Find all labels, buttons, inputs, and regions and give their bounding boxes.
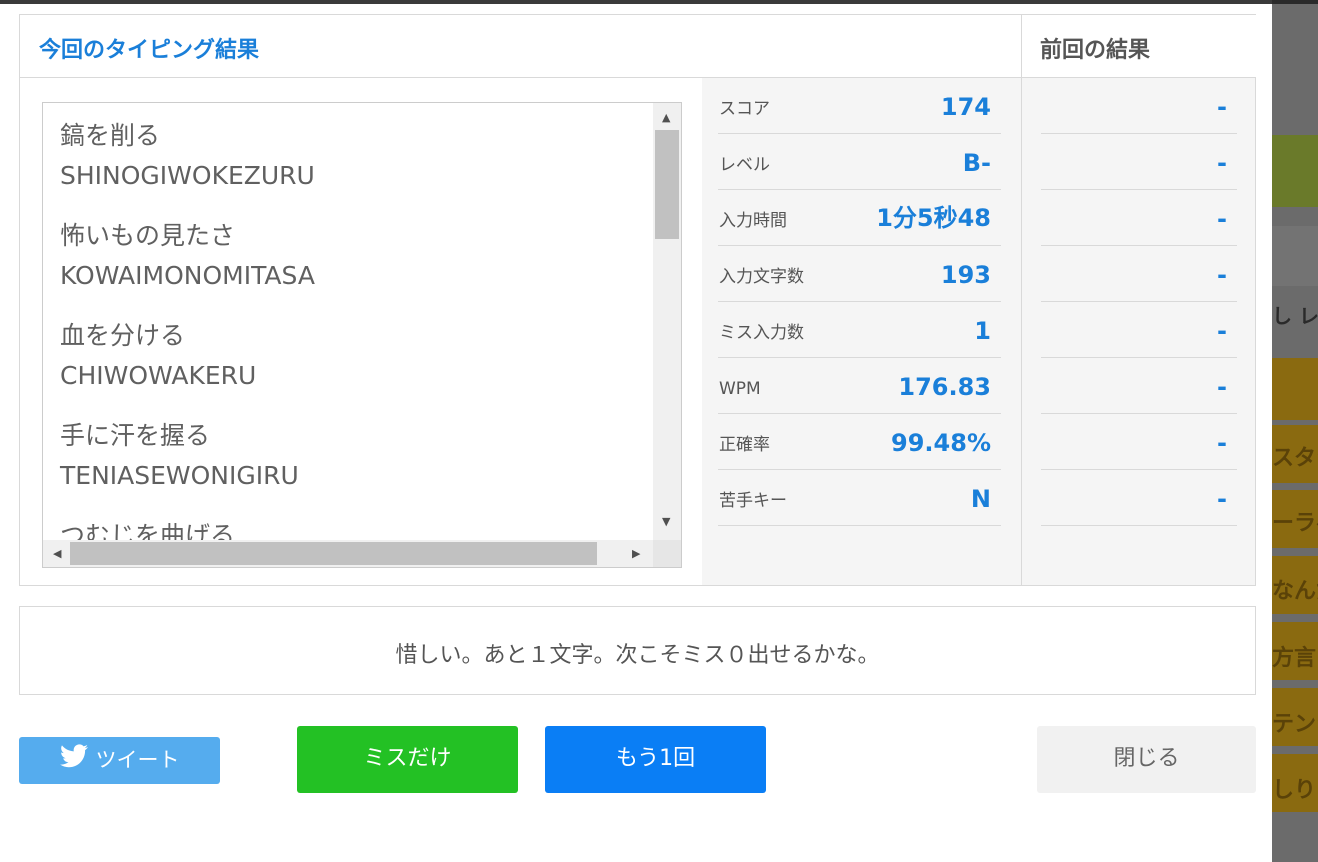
stat-value: N bbox=[970, 485, 991, 513]
horizontal-scrollbar[interactable]: ◀ ▶ bbox=[43, 540, 653, 567]
stat-value: 1分5秒48 bbox=[876, 204, 991, 232]
scroll-right-arrow-icon[interactable]: ▶ bbox=[632, 548, 640, 559]
word-japanese: 血を分ける bbox=[60, 321, 186, 350]
stat-value: 193 bbox=[940, 261, 991, 289]
stat-value: 1 bbox=[974, 317, 991, 345]
prev-row: - bbox=[1041, 414, 1237, 470]
prev-value: - bbox=[1217, 317, 1227, 345]
prev-row: - bbox=[1041, 470, 1237, 526]
bg-text-4: なんだ bbox=[1272, 579, 1318, 604]
stat-row-wpm: WPM 176.83 bbox=[718, 358, 1001, 414]
stat-row-weak-key: 苦手キー N bbox=[718, 470, 1001, 526]
stat-value: B- bbox=[962, 149, 991, 177]
stat-label: スコア bbox=[719, 99, 770, 119]
prev-value: - bbox=[1217, 261, 1227, 289]
stat-label: 正確率 bbox=[719, 435, 770, 455]
word-romaji: KOWAIMONOMITASA bbox=[60, 261, 315, 290]
prev-row: - bbox=[1041, 358, 1237, 414]
prev-row: - bbox=[1041, 78, 1237, 134]
current-result-header: 今回のタイピング結果 bbox=[20, 15, 1021, 78]
tweet-label: ツイート bbox=[95, 748, 180, 772]
stat-label: 苦手キー bbox=[719, 491, 787, 511]
stat-label: レベル bbox=[719, 155, 770, 175]
previous-result-column: 前回の結果 - - - - - - - - bbox=[1021, 15, 1256, 585]
scroll-down-arrow-icon[interactable]: ▼ bbox=[662, 516, 670, 527]
miss-only-button[interactable]: ミスだけ bbox=[297, 726, 518, 793]
feedback-message: 惜しい。あと１文字。次こそミス０出せるかな。 bbox=[395, 643, 880, 668]
scroll-up-arrow-icon[interactable]: ▲ bbox=[662, 112, 670, 123]
bg-strip-1 bbox=[1272, 358, 1318, 420]
current-result-title: 今回のタイピング結果 bbox=[39, 38, 260, 63]
prev-row: - bbox=[1041, 246, 1237, 302]
horizontal-scroll-thumb[interactable] bbox=[70, 542, 597, 565]
vertical-scroll-thumb[interactable] bbox=[655, 130, 679, 239]
stat-row-char-count: 入力文字数 193 bbox=[718, 246, 1001, 302]
stat-value: 174 bbox=[940, 93, 991, 121]
prev-value: - bbox=[1217, 205, 1227, 233]
word-item: 血を分ける CHIWOWAKERU bbox=[60, 316, 650, 416]
previous-result-header: 前回の結果 bbox=[1022, 15, 1256, 78]
tweet-button[interactable]: ツイート bbox=[19, 737, 220, 784]
prev-value: - bbox=[1217, 485, 1227, 513]
bg-text-5: 方言 bbox=[1272, 646, 1317, 671]
background-page: し レベ スタシ ーラベ なんだ 方言 テンシ しりと bbox=[1272, 0, 1318, 862]
word-japanese: 手に汗を握る bbox=[60, 421, 211, 450]
stat-label: WPM bbox=[719, 379, 761, 399]
bg-topbar bbox=[1272, 0, 1318, 4]
prev-row: - bbox=[1041, 134, 1237, 190]
bg-text-2: スタシ bbox=[1272, 446, 1318, 471]
twitter-bird-icon bbox=[59, 738, 88, 785]
prev-value: - bbox=[1217, 429, 1227, 457]
prev-row: - bbox=[1041, 190, 1237, 246]
close-button[interactable]: 閉じる bbox=[1037, 726, 1256, 793]
scroll-left-arrow-icon[interactable]: ◀ bbox=[53, 548, 61, 559]
prev-row: - bbox=[1041, 302, 1237, 358]
stat-value: 99.48% bbox=[891, 429, 991, 457]
prev-value: - bbox=[1217, 149, 1227, 177]
stat-row-score: スコア 174 bbox=[718, 78, 1001, 134]
word-japanese: 怖いもの見たさ bbox=[60, 221, 236, 250]
stat-label: ミス入力数 bbox=[719, 323, 804, 343]
stat-row-level: レベル B- bbox=[718, 134, 1001, 190]
current-stats: スコア 174 レベル B- 入力時間 1分5秒48 入力文字数 193 ミス入… bbox=[702, 78, 1021, 585]
bg-green-banner bbox=[1272, 135, 1318, 207]
stat-row-input-time: 入力時間 1分5秒48 bbox=[718, 190, 1001, 246]
bg-text-6: テンシ bbox=[1272, 712, 1318, 737]
stat-row-accuracy: 正確率 99.48% bbox=[718, 414, 1001, 470]
result-panel: 今回のタイピング結果 鎬を削る SHINOGIWOKEZURU 怖いもの見たさ … bbox=[19, 14, 1256, 586]
word-item: 手に汗を握る TENIASEWONIGIRU bbox=[60, 416, 650, 516]
typed-words-list[interactable]: 鎬を削る SHINOGIWOKEZURU 怖いもの見たさ KOWAIMONOMI… bbox=[42, 102, 682, 568]
stat-label: 入力時間 bbox=[719, 211, 787, 231]
stat-value: 176.83 bbox=[898, 373, 991, 401]
bg-text-level: し レベ bbox=[1272, 304, 1318, 328]
previous-result-title: 前回の結果 bbox=[1040, 38, 1151, 63]
scrollbar-corner bbox=[653, 540, 681, 567]
stat-row-miss-count: ミス入力数 1 bbox=[718, 302, 1001, 358]
prev-value: - bbox=[1217, 93, 1227, 121]
vertical-scrollbar[interactable]: ▲ ▼ bbox=[653, 103, 681, 540]
prev-value: - bbox=[1217, 373, 1227, 401]
retry-button[interactable]: もう1回 bbox=[545, 726, 766, 793]
bg-text-7: しりと bbox=[1272, 778, 1318, 803]
word-romaji: SHINOGIWOKEZURU bbox=[60, 161, 315, 190]
word-item: 鎬を削る SHINOGIWOKEZURU bbox=[60, 116, 650, 216]
bg-tab-area bbox=[1272, 226, 1318, 286]
feedback-message-box: 惜しい。あと１文字。次こそミス０出せるかな。 bbox=[19, 606, 1256, 695]
stat-label: 入力文字数 bbox=[719, 267, 804, 287]
word-romaji: TENIASEWONIGIRU bbox=[60, 461, 299, 490]
result-modal: 今回のタイピング結果 鎬を削る SHINOGIWOKEZURU 怖いもの見たさ … bbox=[0, 4, 1272, 862]
word-item: 怖いもの見たさ KOWAIMONOMITASA bbox=[60, 216, 650, 316]
word-japanese: 鎬を削る bbox=[60, 121, 161, 150]
word-romaji: CHIWOWAKERU bbox=[60, 361, 257, 390]
bg-text-3: ーラベ bbox=[1272, 511, 1318, 536]
